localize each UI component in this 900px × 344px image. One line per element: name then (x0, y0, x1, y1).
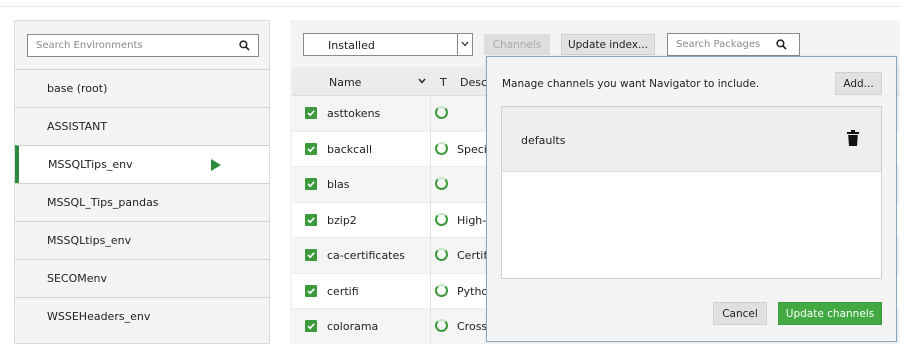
environment-list: base (root) ASSISTANT MSSQLTips_env MSSQ… (15, 69, 269, 335)
environment-item[interactable]: base (root) (15, 69, 269, 107)
manage-channels-dialog: Manage channels you want Navigator to in… (486, 56, 897, 342)
search-icon[interactable] (239, 40, 250, 51)
environments-panel: base (root) ASSISTANT MSSQLTips_env MSSQ… (14, 20, 270, 344)
environment-label: MSSQL_Tips_pandas (47, 196, 159, 209)
package-name: backcall (327, 142, 373, 156)
environment-item[interactable]: WSSEHeaders_env (15, 297, 269, 335)
chevron-down-icon[interactable] (457, 33, 472, 56)
environment-item[interactable]: SECOMenv (15, 259, 269, 297)
environment-label: SECOMenv (47, 272, 108, 285)
status-ring-icon[interactable] (435, 106, 448, 119)
trash-icon[interactable] (847, 130, 859, 146)
column-divider (430, 309, 431, 344)
status-ring-icon[interactable] (435, 141, 448, 155)
update-index-button[interactable]: Update index... (561, 34, 655, 55)
checkbox-checked[interactable] (305, 142, 317, 155)
environment-item[interactable]: MSSQL_Tips_pandas (15, 183, 269, 221)
environment-item[interactable]: ASSISTANT (15, 107, 269, 145)
column-divider (430, 238, 431, 273)
column-header-type[interactable]: T (440, 76, 447, 89)
environment-label: base (root) (47, 82, 108, 95)
environment-label: ASSISTANT (47, 120, 108, 133)
dialog-message: Manage channels you want Navigator to in… (502, 78, 760, 90)
checkbox-checked[interactable] (305, 213, 317, 226)
add-channel-button[interactable]: Add... (835, 72, 882, 95)
search-icon[interactable] (776, 39, 787, 50)
package-name: certifi (327, 284, 359, 298)
status-ring-icon[interactable] (435, 177, 448, 190)
environment-search-input[interactable] (28, 35, 228, 56)
cancel-button[interactable]: Cancel (713, 302, 767, 325)
package-name: bzip2 (327, 213, 357, 227)
checkbox-checked[interactable] (305, 249, 317, 261)
environment-item-active[interactable]: MSSQLTips_env (15, 145, 269, 183)
package-search[interactable] (667, 33, 800, 56)
channels-button[interactable]: Channels (484, 34, 550, 55)
package-name: asttokens (327, 107, 381, 120)
sort-chevron-icon[interactable] (418, 78, 426, 84)
column-divider (430, 96, 431, 131)
play-icon[interactable] (211, 159, 221, 171)
checkbox-checked[interactable] (305, 320, 317, 332)
package-description: Pytho (457, 284, 489, 298)
status-ring-icon[interactable] (435, 248, 448, 261)
package-name: blas (327, 178, 350, 191)
update-channels-button[interactable]: Update channels (778, 302, 882, 325)
column-divider (430, 167, 431, 202)
environment-item[interactable]: MSSQLtips_env (15, 221, 269, 259)
package-name: colorama (327, 320, 379, 333)
environment-search[interactable] (27, 34, 259, 57)
package-filter-select[interactable]: Installed (303, 33, 473, 56)
checkbox-checked[interactable] (305, 107, 317, 119)
top-divider (0, 6, 900, 7)
status-ring-icon[interactable] (435, 212, 448, 226)
channel-name: defaults (521, 134, 566, 147)
status-ring-icon[interactable] (435, 283, 448, 297)
package-description: Certif (457, 249, 488, 262)
channel-item[interactable]: defaults (502, 107, 881, 172)
column-divider (430, 202, 431, 237)
package-filter-value: Installed (328, 39, 375, 52)
package-search-input[interactable] (668, 34, 772, 55)
environment-label: MSSQLTips_env (48, 158, 133, 171)
package-name: ca-certificates (327, 249, 405, 262)
environment-label: MSSQLtips_env (47, 234, 132, 247)
checkbox-checked[interactable] (305, 178, 317, 190)
environment-label: WSSEHeaders_env (47, 310, 151, 323)
checkbox-checked[interactable] (305, 284, 317, 297)
column-divider (430, 131, 431, 166)
status-ring-icon[interactable] (435, 319, 448, 332)
channel-list: defaults (501, 106, 882, 279)
column-divider (430, 273, 431, 308)
column-header-name[interactable]: Name (329, 76, 361, 89)
